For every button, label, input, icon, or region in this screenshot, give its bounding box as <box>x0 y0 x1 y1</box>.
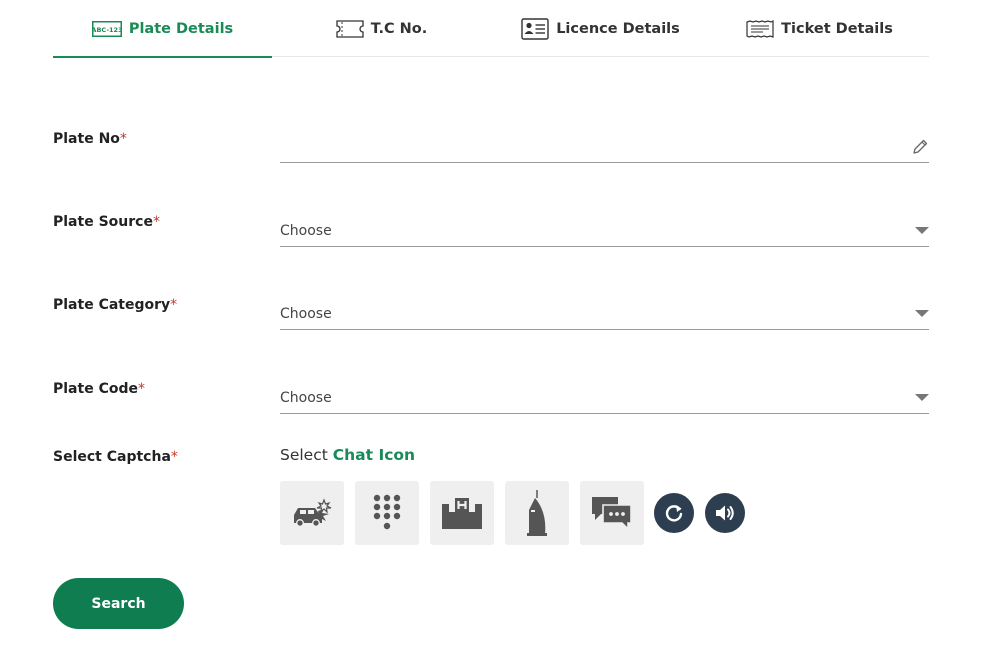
tab-label: Plate Details <box>128 20 234 37</box>
chevron-down-icon <box>915 227 929 234</box>
captcha-prompt: Select Chat Icon <box>280 446 416 464</box>
plate-source-select[interactable]: Choose <box>280 215 929 247</box>
required-asterisk: * <box>170 449 178 465</box>
captcha-target: Chat Icon <box>332 446 416 464</box>
tab-ticket-details[interactable]: Ticket Details <box>710 0 929 57</box>
chat-icon <box>592 497 632 531</box>
plate-category-select[interactable]: Choose <box>280 298 929 330</box>
pencil-icon <box>913 139 928 154</box>
plate-code-value: Choose <box>280 389 332 406</box>
hospital-icon <box>442 498 482 529</box>
tab-plate-details[interactable]: ABC-123 Plate Details <box>53 0 272 58</box>
tab-licence-details[interactable]: Licence Details <box>491 0 710 57</box>
required-asterisk: * <box>152 214 160 230</box>
captcha-option-keypad[interactable] <box>355 481 419 545</box>
plate-code-select[interactable]: Choose <box>280 382 929 414</box>
plate-no-field[interactable] <box>280 131 929 163</box>
refresh-icon <box>665 505 683 522</box>
plate-source-label: Plate Source* <box>53 214 160 230</box>
ticket-receipt-icon <box>746 19 774 38</box>
plate-category-label: Plate Category* <box>53 297 178 313</box>
required-asterisk: * <box>137 381 145 397</box>
search-button[interactable]: Search <box>53 578 184 629</box>
chevron-down-icon <box>915 310 929 317</box>
keypad-icon <box>373 494 401 530</box>
car-crash-icon <box>294 498 332 527</box>
plate-icon: ABC-123 <box>91 20 122 37</box>
plate-category-value: Choose <box>280 305 332 322</box>
captcha-refresh-button[interactable] <box>654 493 694 533</box>
tab-label: T.C No. <box>370 20 428 37</box>
plate-code-label: Plate Code* <box>53 381 145 397</box>
ticket-card-icon <box>336 19 364 38</box>
captcha-option-chat[interactable] <box>580 481 644 545</box>
tab-label: Ticket Details <box>781 20 893 37</box>
captcha-label: Select Captcha* <box>53 449 178 465</box>
active-tab-indicator <box>53 56 272 58</box>
plate-source-value: Choose <box>280 222 332 239</box>
tab-bar: ABC-123 Plate Details T.C No. Licence De… <box>53 0 929 58</box>
chevron-down-icon <box>915 394 929 401</box>
captcha-option-hospital[interactable] <box>430 481 494 545</box>
svg-text:ABC-123: ABC-123 <box>92 26 122 34</box>
required-asterisk: * <box>170 297 178 313</box>
tab-label: Licence Details <box>556 20 680 37</box>
burj-al-arab-icon <box>527 490 547 536</box>
required-asterisk: * <box>119 131 127 147</box>
captcha-option-car-crash[interactable] <box>280 481 344 545</box>
licence-card-icon <box>521 17 549 40</box>
tab-tc-no[interactable]: T.C No. <box>272 0 491 57</box>
plate-no-input[interactable] <box>280 138 911 155</box>
captcha-audio-button[interactable] <box>705 493 745 533</box>
plate-no-label: Plate No* <box>53 131 127 147</box>
captcha-option-burj-al-arab[interactable] <box>505 481 569 545</box>
speaker-icon <box>716 505 734 521</box>
